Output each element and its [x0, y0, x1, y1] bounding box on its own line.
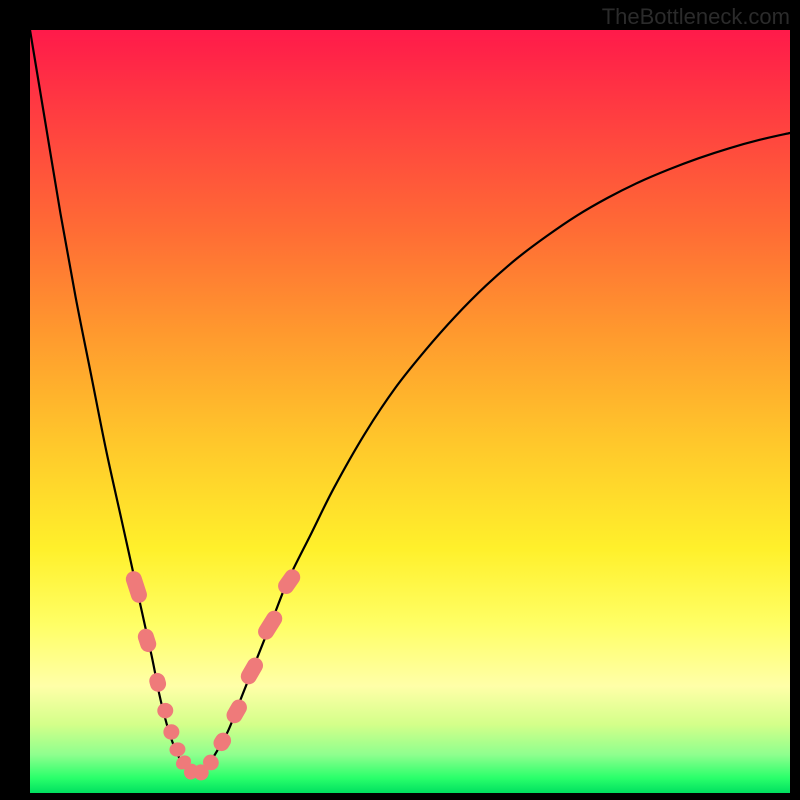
- curve-marker: [136, 627, 159, 654]
- curve-marker: [147, 671, 168, 694]
- curve-marker: [162, 723, 181, 741]
- curve-marker: [210, 730, 234, 755]
- plot-area: [30, 30, 790, 793]
- curve-marker: [124, 569, 149, 605]
- chart-svg: [30, 30, 790, 793]
- curve-marker: [275, 566, 303, 597]
- bottleneck-curve: [30, 30, 790, 774]
- curve-marker: [168, 741, 186, 758]
- watermark-text: TheBottleneck.com: [602, 4, 790, 30]
- curve-marker: [238, 655, 266, 688]
- curve-marker: [255, 608, 285, 643]
- marker-group: [124, 566, 304, 782]
- curve-marker: [224, 697, 250, 727]
- curve-marker: [156, 701, 175, 720]
- chart-frame: TheBottleneck.com: [0, 0, 800, 800]
